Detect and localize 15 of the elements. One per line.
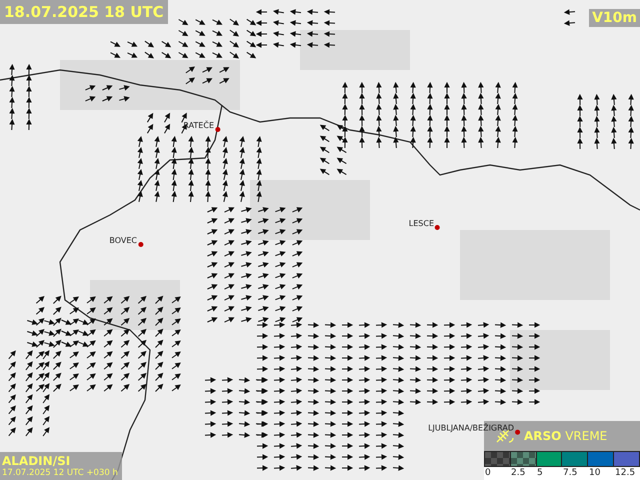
variable-label: V10m (589, 9, 640, 27)
city-label: RATEČE (183, 121, 214, 130)
model-name: ALADIN/SI (2, 454, 72, 468)
valid-time-label: 18.07.2025 18 UTC (0, 0, 168, 24)
run-time-label: 17.07.2025 12 UTC +030 h (2, 468, 119, 478)
logo-text: ARSO VREME (524, 429, 608, 443)
legend-label: 0 (484, 467, 492, 480)
legend-label: 10 (588, 467, 602, 480)
legend-label: 5 (536, 467, 544, 480)
city-label: BOVEC (109, 236, 137, 245)
legend-label: 7.5 (562, 467, 578, 480)
city-label: LJUBLJANA/BEŽIGRAD (428, 424, 514, 433)
legend-label: 2.5 (510, 467, 526, 480)
legend-label: 12.5 (614, 467, 636, 480)
city-label: LESCE (408, 219, 434, 228)
